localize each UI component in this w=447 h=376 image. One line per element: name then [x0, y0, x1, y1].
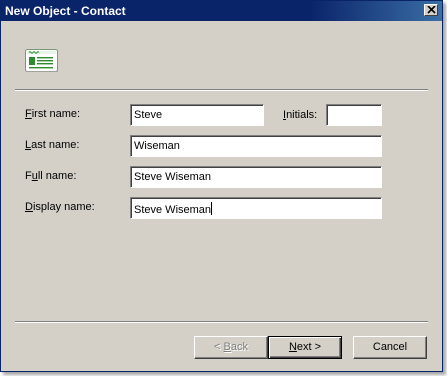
footer-separator	[15, 321, 428, 323]
display-name-label: Display name:	[25, 201, 95, 213]
text-cursor	[211, 202, 213, 215]
display-name-field[interactable]: Steve Wiseman	[130, 197, 382, 219]
last-name-field[interactable]: Wiseman	[130, 135, 382, 157]
close-icon	[427, 6, 436, 14]
new-contact-dialog: New Object - Contact First name: Steve I…	[0, 0, 443, 372]
window-title: New Object - Contact	[5, 4, 126, 18]
first-name-label: First name:	[25, 108, 81, 120]
last-name-label: Last name:	[25, 139, 80, 151]
first-name-field[interactable]: Steve	[130, 104, 264, 126]
full-name-label: Full name:	[25, 170, 77, 182]
full-name-field[interactable]: Steve Wiseman	[130, 166, 382, 188]
initials-label: Initials:	[283, 109, 318, 121]
cancel-button[interactable]: Cancel	[353, 336, 427, 359]
initials-field[interactable]	[326, 104, 382, 126]
title-bar[interactable]: New Object - Contact	[1, 1, 442, 21]
contact-card-icon	[25, 49, 58, 72]
next-button[interactable]: Next >	[268, 336, 342, 359]
header-separator	[15, 89, 428, 91]
back-button[interactable]: < Back	[194, 336, 268, 359]
close-button[interactable]	[424, 4, 438, 16]
